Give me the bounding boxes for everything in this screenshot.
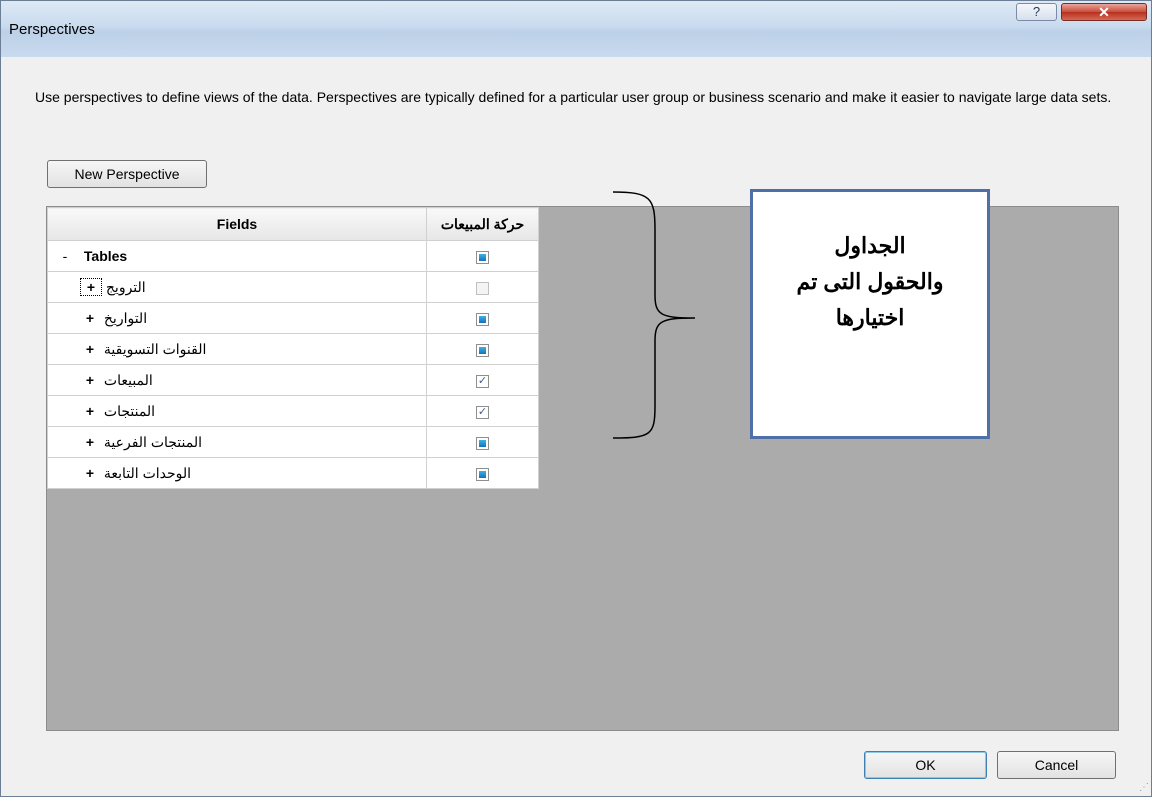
table-checkbox[interactable] — [476, 312, 489, 326]
table-row: - Tables — [47, 240, 539, 272]
table-checkbox[interactable]: ✓ — [476, 374, 489, 388]
table-checkbox[interactable]: ✓ — [476, 405, 489, 419]
table-name: المنتجات — [103, 402, 156, 419]
title-bar: Perspectives ? ✕ — [1, 1, 1151, 57]
annotation-callout: الجداول والحقول التى تم اختيارها — [750, 189, 990, 439]
table-checkbox[interactable] — [476, 467, 489, 481]
tables-group-cell: - Tables — [47, 240, 427, 272]
table-name: الوحدات التابعة — [103, 464, 192, 481]
callout-line: الجداول — [834, 233, 906, 258]
expand-toggle[interactable]: + — [80, 434, 100, 450]
help-button[interactable]: ? — [1016, 3, 1057, 21]
expand-toggle[interactable]: + — [80, 278, 102, 296]
table-row: + القنوات التسويقية — [47, 333, 539, 365]
close-button[interactable]: ✕ — [1061, 3, 1147, 21]
perspectives-dialog: Perspectives ? ✕ Use perspectives to def… — [0, 0, 1152, 797]
curly-brace-icon — [612, 191, 696, 439]
table-name: المنتجات الفرعية — [103, 433, 203, 450]
cancel-button[interactable]: Cancel — [997, 751, 1116, 779]
table-name: الترويج — [105, 279, 146, 295]
expand-toggle[interactable]: + — [80, 310, 100, 326]
ok-button[interactable]: OK — [864, 751, 987, 779]
column-header-fields: Fields — [47, 207, 427, 241]
perspectives-table: Fields حركة المبيعات - Tables + الترويج — [47, 207, 539, 489]
collapse-toggle[interactable]: - — [58, 248, 72, 264]
table-row: + الترويج — [47, 271, 539, 303]
expand-toggle[interactable]: + — [80, 341, 100, 357]
description-text: Use perspectives to define views of the … — [35, 89, 1112, 105]
expand-toggle[interactable]: + — [80, 372, 100, 388]
tables-checkbox[interactable] — [476, 250, 489, 264]
table-row: + المنتجات الفرعية — [47, 426, 539, 458]
table-name: القنوات التسويقية — [103, 340, 207, 357]
callout-line: والحقول التى تم — [796, 269, 944, 294]
table-name: المبيعات — [103, 371, 153, 388]
expand-toggle[interactable]: + — [80, 403, 100, 419]
new-perspective-button[interactable]: New Perspective — [47, 160, 207, 188]
resize-grip-icon[interactable]: ⋰ — [1139, 782, 1149, 793]
table-checkbox[interactable] — [476, 343, 489, 357]
table-row: + الوحدات التابعة — [47, 457, 539, 489]
table-row: + المنتجات ✓ — [47, 395, 539, 427]
table-checkbox[interactable] — [476, 436, 489, 450]
table-checkbox[interactable] — [476, 281, 489, 295]
table-row: + التواريخ — [47, 302, 539, 334]
header-row: Fields حركة المبيعات — [47, 207, 539, 241]
window-title: Perspectives — [9, 21, 95, 38]
expand-toggle[interactable]: + — [80, 465, 100, 481]
table-name: التواريخ — [103, 309, 148, 326]
callout-line: اختيارها — [835, 305, 905, 330]
tables-group-label: Tables — [83, 248, 128, 264]
table-row: + المبيعات ✓ — [47, 364, 539, 396]
column-header-perspective[interactable]: حركة المبيعات — [426, 207, 539, 241]
